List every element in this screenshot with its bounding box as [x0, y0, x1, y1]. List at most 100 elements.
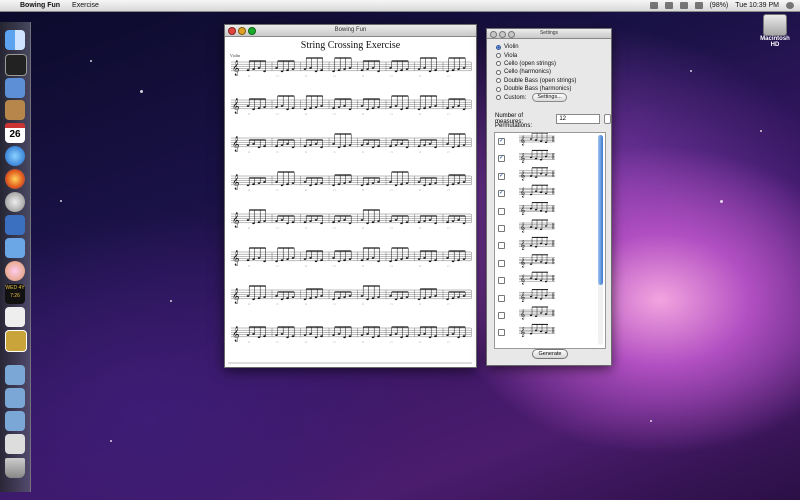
menu-clock[interactable]: Tue 10:39 PM	[735, 0, 779, 11]
svg-text:⊓: ⊓	[362, 341, 365, 344]
terminal-icon[interactable]	[5, 54, 27, 76]
permutation-checkbox[interactable]	[498, 277, 505, 285]
system-preferences-icon[interactable]	[5, 192, 25, 212]
svg-text:⊓: ⊓	[334, 75, 337, 78]
xcode-icon[interactable]	[5, 215, 25, 235]
permutation-row[interactable]	[495, 272, 595, 289]
permutation-row[interactable]	[495, 220, 595, 237]
finder-icon[interactable]	[5, 30, 25, 50]
permutation-row[interactable]	[495, 290, 595, 307]
score-window-titlebar[interactable]: Bowing Fun	[225, 25, 476, 37]
svg-text:⊓: ⊓	[419, 227, 422, 230]
panel-close-icon[interactable]	[490, 31, 497, 38]
macintosh-hd-icon[interactable]: Macintosh HD	[758, 14, 792, 48]
radio-label: Cello (harmonics)	[504, 69, 552, 76]
radio-label: Cello (open strings)	[504, 60, 557, 67]
trash-icon[interactable]	[5, 458, 25, 478]
radio-button[interactable]	[496, 95, 501, 101]
itunes-icon[interactable]	[5, 146, 25, 166]
radio-cello-harmonics[interactable]: Cello (harmonics)	[496, 68, 576, 76]
permutation-checkbox[interactable]: ✓	[498, 190, 505, 198]
minimize-icon[interactable]	[238, 27, 246, 35]
radio-bass-open[interactable]: Double Bass (open strings)	[496, 77, 576, 85]
settings-titlebar[interactable]: Settings	[487, 29, 611, 39]
svg-text:⊓: ⊓	[248, 265, 251, 268]
permutation-row[interactable]	[495, 324, 595, 341]
radio-custom[interactable]: Custom: Settings...	[496, 93, 576, 103]
permutation-checkbox[interactable]	[498, 242, 505, 250]
vertical-scrollbar[interactable]	[598, 135, 603, 345]
permutation-checkbox[interactable]	[498, 294, 505, 302]
documents-folder-icon[interactable]	[5, 388, 25, 408]
permutation-checkbox[interactable]	[498, 259, 505, 267]
window-icon[interactable]	[5, 434, 25, 454]
pages-icon[interactable]	[5, 238, 25, 258]
panel-zoom-icon[interactable]	[508, 31, 515, 38]
measures-field[interactable]: 12	[556, 114, 601, 124]
firefox-icon[interactable]	[5, 169, 25, 189]
close-icon[interactable]	[228, 27, 236, 35]
app-menu[interactable]: Bowing Fun	[20, 0, 60, 11]
radio-button[interactable]	[496, 44, 501, 50]
permutation-row[interactable]	[495, 237, 595, 254]
permutation-row[interactable]	[495, 255, 595, 272]
spotlight-icon[interactable]	[786, 2, 794, 9]
svg-text:⊓: ⊓	[448, 303, 451, 306]
permutations-list[interactable]: 𝄞 𝄞 𝄞 𝄞 𝄞 𝄞 𝄞 𝄞 𝄞 𝄞 𝄞 𝄞 ✓ ✓ ✓ ✓	[494, 132, 606, 349]
permutation-row[interactable]	[495, 307, 595, 324]
exercise-menu[interactable]: Exercise	[72, 0, 99, 11]
horizontal-scrollbar[interactable]	[228, 362, 472, 364]
radio-button[interactable]	[496, 61, 501, 67]
radio-cello-open[interactable]: Cello (open strings)	[496, 60, 576, 68]
settings-panel: Settings Violin Viola Cello (open string…	[486, 28, 612, 366]
svg-text:⊓: ⊓	[305, 75, 308, 78]
permutation-checkbox[interactable]: ✓	[498, 155, 505, 163]
radio-label: Custom:	[504, 94, 527, 101]
permutation-checkbox[interactable]	[498, 329, 505, 337]
app-store-icon[interactable]	[5, 78, 25, 98]
svg-text:⊓: ⊓	[391, 113, 394, 116]
bluetooth-icon[interactable]	[649, 2, 658, 9]
generate-button[interactable]: Generate	[532, 349, 568, 359]
svg-text:⊓: ⊓	[277, 151, 280, 154]
address-book-icon[interactable]	[5, 100, 25, 120]
permutation-checkbox[interactable]	[498, 311, 505, 319]
permutation-row[interactable]: ✓	[495, 150, 595, 167]
svg-text:⊓: ⊓	[305, 189, 308, 192]
app-icon[interactable]	[5, 261, 25, 281]
radio-violin[interactable]: Violin	[496, 43, 576, 51]
permutation-row[interactable]: ✓	[495, 185, 595, 202]
dashboard-clock-icon[interactable]: WED 4Y 7:26	[5, 284, 25, 304]
downloads-folder-icon[interactable]	[5, 411, 25, 431]
measures-stepper[interactable]	[604, 114, 611, 124]
permutations-label: Permutations:	[495, 123, 533, 129]
permutation-checkbox[interactable]: ✓	[498, 138, 505, 145]
panel-minimize-icon[interactable]	[499, 31, 506, 38]
svg-text:𝄞: 𝄞	[232, 213, 240, 228]
permutation-checkbox[interactable]	[498, 224, 505, 232]
permutation-row[interactable]	[495, 203, 595, 220]
permutation-row[interactable]: ✓	[495, 133, 595, 150]
applications-folder-icon[interactable]	[5, 365, 25, 385]
radio-button[interactable]	[496, 69, 501, 75]
radio-button[interactable]	[496, 86, 501, 92]
svg-text:𝄞: 𝄞	[232, 137, 240, 152]
permutation-checkbox[interactable]	[498, 207, 505, 215]
permutation-row[interactable]: ✓	[495, 168, 595, 185]
volume-icon[interactable]	[694, 2, 703, 9]
zoom-icon[interactable]	[248, 27, 256, 35]
permutation-checkbox[interactable]: ✓	[498, 172, 505, 180]
ical-icon[interactable]: 26	[5, 123, 25, 143]
wifi-icon[interactable]	[679, 2, 688, 9]
time-machine-icon[interactable]	[664, 2, 673, 9]
script-editor-icon[interactable]	[5, 307, 25, 327]
custom-settings-button[interactable]: Settings...	[532, 93, 567, 103]
bowing-fun-icon[interactable]	[5, 330, 27, 352]
svg-text:⊓: ⊓	[362, 189, 365, 192]
svg-text:⊓: ⊓	[277, 189, 280, 192]
radio-button[interactable]	[496, 53, 501, 59]
scroll-thumb[interactable]	[598, 135, 603, 285]
radio-viola[interactable]: Viola	[496, 51, 576, 59]
battery-indicator[interactable]: (98%)	[710, 0, 729, 11]
radio-button[interactable]	[496, 78, 501, 84]
